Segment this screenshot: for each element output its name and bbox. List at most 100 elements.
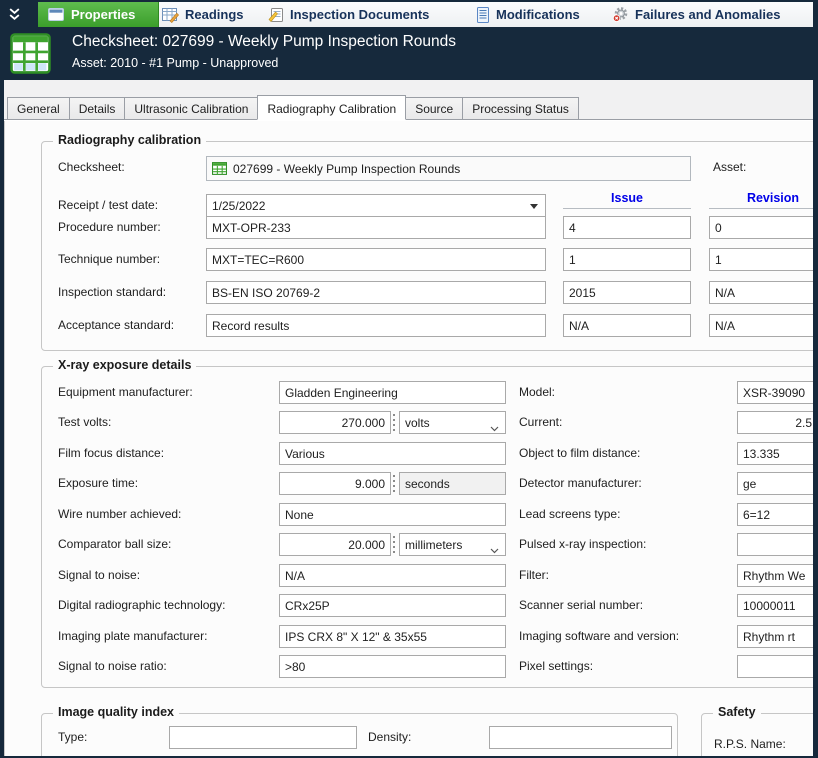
field-value: N/A <box>285 569 305 583</box>
document-lines-icon <box>476 7 490 23</box>
field-value: 10000011 <box>743 599 796 613</box>
field-value: Record results <box>212 319 289 333</box>
technique-issue-field[interactable]: 1 <box>563 248 691 271</box>
spin-buttons[interactable] <box>393 536 395 553</box>
radiography-calibration-group: Radiography calibration Checksheet: 0276… <box>41 141 818 351</box>
checksheet-field[interactable]: 027699 - Weekly Pump Inspection Rounds <box>206 156 691 181</box>
imaging-software-version-field[interactable]: Rhythm rt <box>737 625 818 648</box>
checksheet-header: Checksheet: 027699 - Weekly Pump Inspect… <box>0 27 818 80</box>
lead-screens-type-field[interactable]: 6=12 <box>737 503 818 526</box>
procedure-number-field[interactable]: MXT-OPR-233 <box>206 216 546 239</box>
signal-to-noise-ratio-field[interactable]: >80 <box>279 655 506 678</box>
test-volts-unit-combobox[interactable]: volts <box>399 411 506 434</box>
spin-buttons[interactable] <box>393 475 395 492</box>
chevron-down-icon[interactable] <box>490 421 499 434</box>
signal-to-noise-ratio-label: Signal to noise ratio: <box>58 659 167 673</box>
filter-field[interactable]: Rhythm We <box>737 564 818 587</box>
field-value: MXT-OPR-233 <box>212 221 291 235</box>
pixel-settings-field[interactable] <box>737 655 818 678</box>
window-border-right <box>813 0 818 758</box>
topbar-tab-label: Inspection Documents <box>290 7 429 22</box>
tab-general[interactable]: General <box>7 97 70 119</box>
object-to-film-distance-field[interactable]: 13.335 <box>737 442 818 465</box>
type-field[interactable] <box>169 726 357 749</box>
tab-processing-status[interactable]: Processing Status <box>462 97 579 119</box>
page-title: Checksheet: 027699 - Weekly Pump Inspect… <box>72 33 456 51</box>
object-to-film-distance-label: Object to film distance: <box>519 446 640 460</box>
field-value: 9.000 <box>355 477 385 491</box>
equipment-manufacturer-field[interactable]: Gladden Engineering <box>279 381 506 404</box>
tab-source[interactable]: Source <box>405 97 463 119</box>
topbar-tab-inspection-documents[interactable]: Inspection Documents <box>268 2 429 27</box>
pulsed-xray-inspection-field[interactable] <box>737 533 818 556</box>
acceptance-revision-field[interactable]: N/A <box>709 314 818 337</box>
model-label: Model: <box>519 385 555 399</box>
inspection-revision-field[interactable]: N/A <box>709 281 818 304</box>
technique-revision-field[interactable]: 1 <box>709 248 818 271</box>
tab-radiography-calibration[interactable]: Radiography Calibration <box>257 95 406 120</box>
tab-ultrasonic-calibration[interactable]: Ultrasonic Calibration <box>124 97 258 119</box>
film-focus-distance-field[interactable]: Various <box>279 442 506 465</box>
field-value: 4 <box>569 221 576 235</box>
field-value: CRx25P <box>285 599 330 613</box>
current-spinedit[interactable]: 2.5 <box>737 411 818 434</box>
wire-number-achieved-field[interactable]: None <box>279 503 506 526</box>
field-value: XSR-39090 <box>743 386 805 400</box>
imaging-plate-manufacturer-field[interactable]: IPS CRX 8" X 12" & 35x55 <box>279 625 506 648</box>
topbar-tab-failures-anomalies[interactable]: Failures and Anomalies <box>612 2 780 27</box>
field-value: IPS CRX 8" X 12" & 35x55 <box>285 630 427 644</box>
procedure-issue-field[interactable]: 4 <box>563 216 691 239</box>
exposure-time-spinedit[interactable]: 9.000 <box>279 472 391 495</box>
model-field[interactable]: XSR-39090 <box>737 381 818 404</box>
image-quality-index-group: Image quality index Type: Density: <box>41 713 678 758</box>
scanner-serial-number-label: Scanner serial number: <box>519 598 643 612</box>
page-tabstrip: General Details Ultrasonic Calibration R… <box>4 80 813 120</box>
topbar-tab-properties[interactable]: Properties <box>38 2 159 27</box>
procedure-revision-field[interactable]: 0 <box>709 216 818 239</box>
spin-buttons[interactable] <box>393 414 395 431</box>
field-value: BS-EN ISO 20769-2 <box>212 286 320 300</box>
detector-manufacturer-label: Detector manufacturer: <box>519 476 642 490</box>
signal-to-noise-label: Signal to noise: <box>58 568 140 582</box>
acceptance-standard-field[interactable]: Record results <box>206 314 546 337</box>
procedure-number-label: Procedure number: <box>58 220 161 234</box>
detector-manufacturer-field[interactable]: ge <box>737 472 818 495</box>
comparator-ball-size-spinedit[interactable]: 20.000 <box>279 533 391 556</box>
group-title: Safety <box>713 705 761 719</box>
pulsed-xray-inspection-label: Pulsed x-ray inspection: <box>519 537 646 551</box>
wire-number-achieved-label: Wire number achieved: <box>58 507 181 521</box>
acceptance-issue-field[interactable]: N/A <box>563 314 691 337</box>
type-label: Type: <box>58 730 87 744</box>
signal-to-noise-field[interactable]: N/A <box>279 564 506 587</box>
acceptance-standard-label: Acceptance standard: <box>58 318 174 332</box>
comparator-unit-combobox[interactable]: millimeters <box>399 533 506 556</box>
density-field[interactable] <box>489 726 672 749</box>
receipt-date-combobox[interactable]: 1/25/2022 <box>206 194 546 217</box>
field-value: 2.5 <box>795 416 812 430</box>
imaging-plate-manufacturer-label: Imaging plate manufacturer: <box>58 629 207 643</box>
collapse-button[interactable] <box>0 2 38 27</box>
group-title: Image quality index <box>53 705 179 719</box>
field-value: N/A <box>569 319 589 333</box>
field-value: None <box>285 508 314 522</box>
topbar-tab-modifications[interactable]: Modifications <box>476 2 580 27</box>
scanner-serial-number-field[interactable]: 10000011 <box>737 594 818 617</box>
pixel-settings-label: Pixel settings: <box>519 659 593 673</box>
tab-details[interactable]: Details <box>69 97 126 119</box>
test-volts-spinedit[interactable]: 270.000 <box>279 411 391 434</box>
digital-radiographic-technology-field[interactable]: CRx25P <box>279 594 506 617</box>
exposure-time-label: Exposure time: <box>58 476 138 490</box>
topbar-tab-readings[interactable]: Readings <box>162 2 244 27</box>
dropdown-arrow-icon[interactable] <box>530 204 538 209</box>
inspection-standard-field[interactable]: BS-EN ISO 20769-2 <box>206 281 546 304</box>
chevron-down-icon[interactable] <box>490 543 499 556</box>
test-volts-label: Test volts: <box>58 415 111 429</box>
safety-group: Safety R.P.S. Name: <box>701 713 818 758</box>
field-value: 2015 <box>569 286 596 300</box>
topbar-tab-label: Failures and Anomalies <box>635 7 780 22</box>
field-value: Rhythm rt <box>743 630 795 644</box>
field-value: ge <box>743 477 756 491</box>
technique-number-field[interactable]: MXT=TEC=R600 <box>206 248 546 271</box>
issue-column-header: Issue <box>563 191 691 205</box>
inspection-issue-field[interactable]: 2015 <box>563 281 691 304</box>
